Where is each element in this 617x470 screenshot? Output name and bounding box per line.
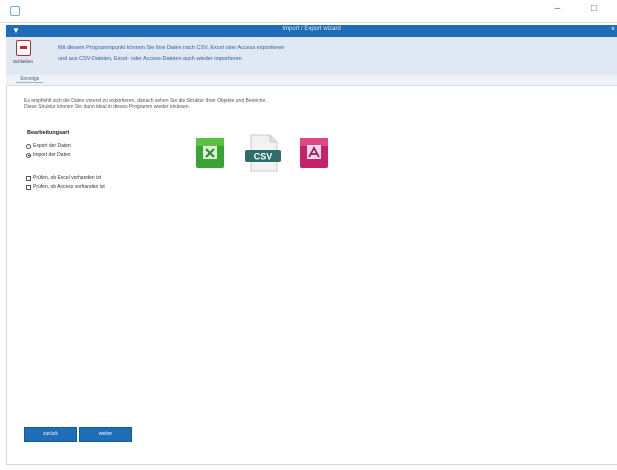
check-access[interactable]: Prüfen, ob Access vorhanden ist [26, 184, 105, 190]
ribbon-group-label: Sonstige [16, 76, 44, 83]
os-window-bar: – □ [0, 0, 617, 23]
window-title: Import / Export wizard [282, 26, 341, 32]
ribbon: Schließen Mit diesem Programmpunkt könne… [6, 37, 617, 76]
description-text: Es empfiehlt sich die Daten vorerst zu e… [24, 98, 267, 110]
radio-export-label[interactable]: Export der Daten [33, 143, 71, 149]
excel-file-icon[interactable] [193, 136, 227, 170]
close-button[interactable]: Schließen [10, 40, 36, 72]
radio-export[interactable]: Export der Daten [26, 143, 71, 149]
csv-file-icon[interactable]: CSV [244, 133, 282, 173]
title-bar: ▼ Import / Export wizard × [6, 25, 617, 37]
radio-import-circle[interactable] [26, 152, 31, 158]
check-access-label[interactable]: Prüfen, ob Access vorhanden ist [33, 184, 105, 190]
ribbon-info-text: Mit diesem Programmpunkt können Sie Ihre… [58, 43, 284, 65]
access-file-icon[interactable] [298, 136, 330, 170]
ribbon-info-line-2: und aus CSV-Dateien, Excel- oder Access-… [58, 56, 242, 62]
check-excel-box[interactable] [26, 175, 31, 181]
check-excel[interactable]: Prüfen, ob Excel vorhanden ist [26, 175, 101, 181]
description-line-2: Diese Struktur können Sie dann ideal in … [24, 104, 190, 110]
radio-export-circle[interactable] [26, 143, 31, 149]
csv-icon-text: CSV [254, 152, 273, 162]
back-button[interactable]: zurück [24, 427, 77, 442]
close-button-label: Schließen [12, 59, 33, 64]
exit-icon [15, 40, 31, 56]
next-button[interactable]: weiter [79, 427, 132, 442]
close-icon[interactable]: × [611, 26, 615, 33]
radio-import[interactable]: Import der Daten [26, 152, 71, 158]
window-controls[interactable]: – □ [555, 3, 611, 14]
check-excel-label[interactable]: Prüfen, ob Excel vorhanden ist [33, 175, 101, 181]
ribbon-group-bar: Sonstige [6, 75, 617, 86]
window-bottom-border [6, 464, 617, 465]
check-access-box[interactable] [26, 184, 31, 190]
ribbon-info-line-1: Mit diesem Programmpunkt können Sie Ihre… [58, 45, 285, 51]
mode-title: Bearbeitungsart [27, 130, 70, 136]
app-icon [10, 6, 20, 16]
radio-import-label[interactable]: Import der Daten [33, 152, 71, 158]
window-left-border [6, 25, 7, 465]
